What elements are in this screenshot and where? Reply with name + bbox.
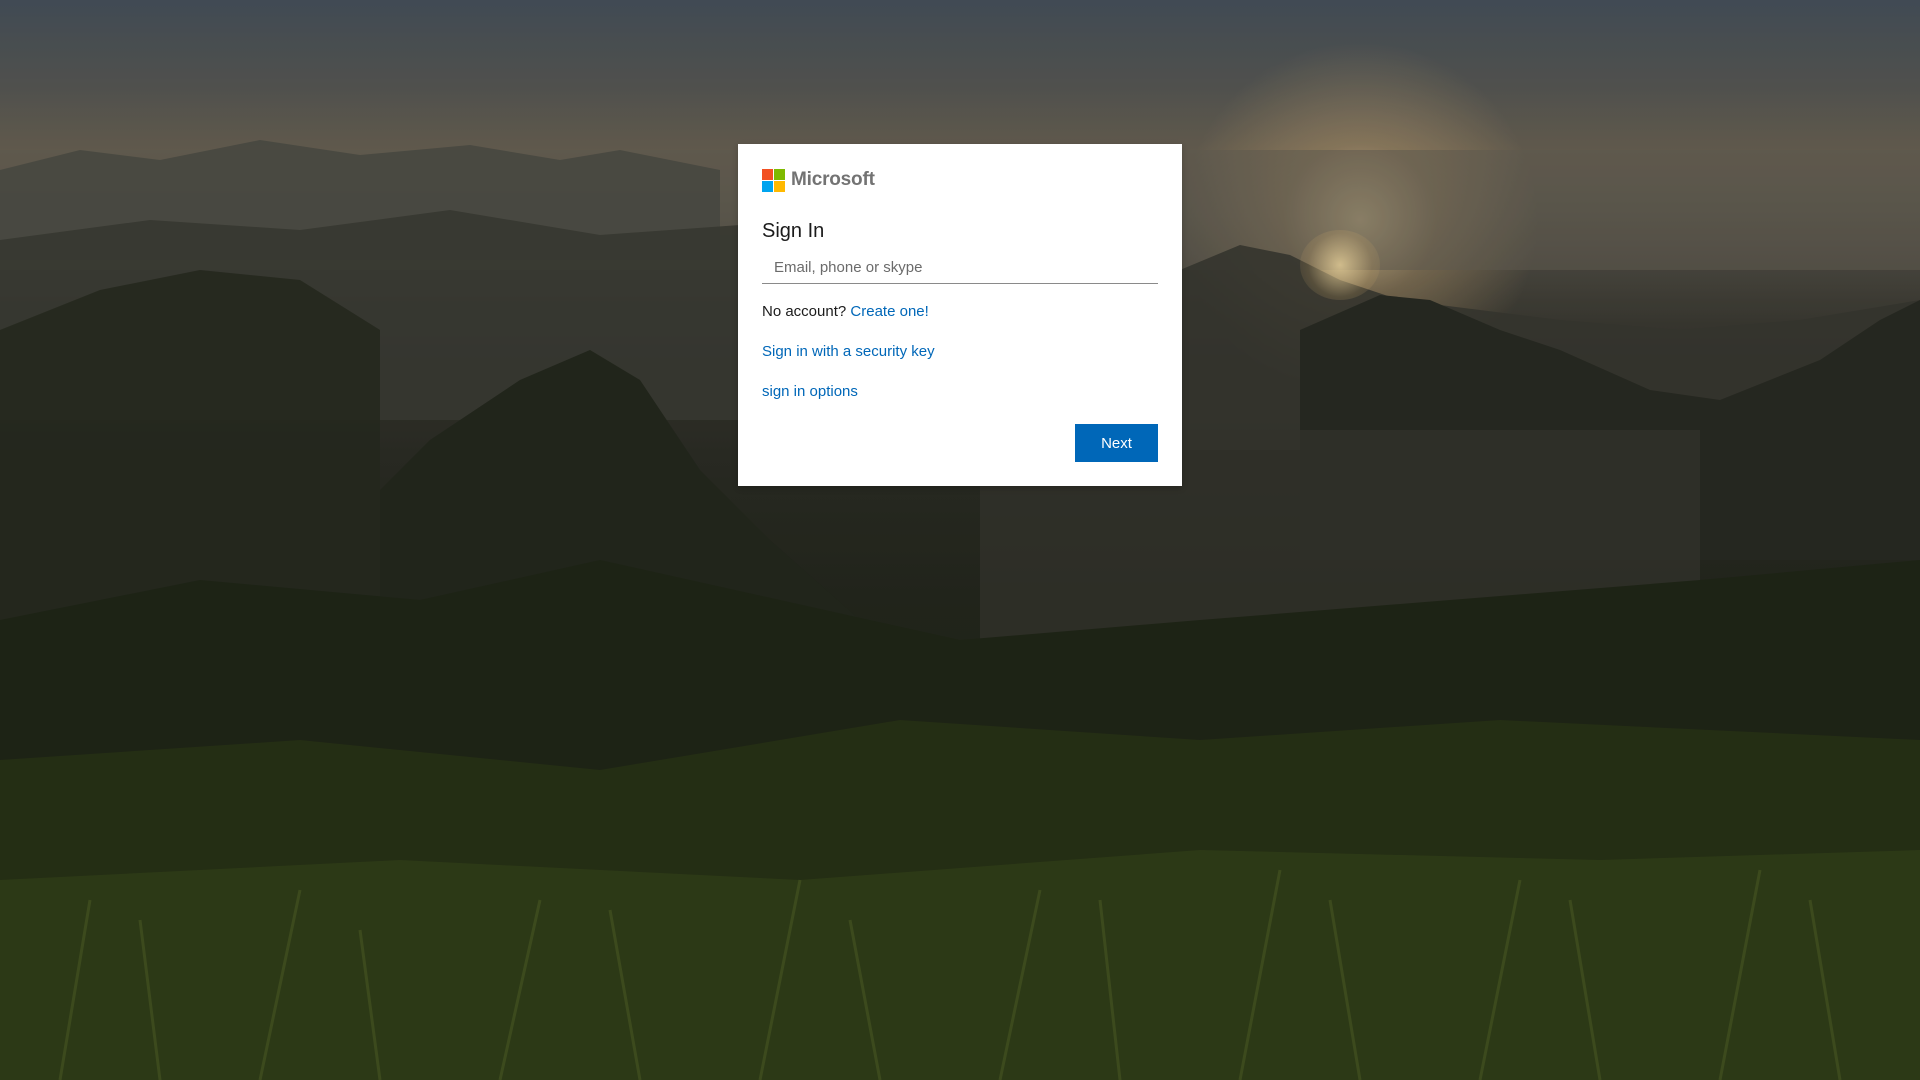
signin-options-row: sign in options — [762, 382, 1158, 402]
next-button[interactable]: Next — [1075, 424, 1158, 462]
no-account-text: No account? — [762, 303, 847, 320]
logo-square-red — [762, 168, 773, 180]
logo-square-yellow — [774, 180, 785, 192]
brand-name: Microsoft — [791, 169, 875, 190]
logo-square-green — [774, 168, 785, 180]
button-row: Next — [1075, 424, 1158, 462]
security-key-row: Sign in with a security key — [762, 342, 1158, 362]
page-title: Sign In — [762, 220, 825, 242]
create-account-link[interactable]: Create one! — [850, 303, 928, 320]
signin-options-link[interactable]: sign in options — [762, 383, 858, 400]
signin-card: Microsoft Sign In No account? Create one… — [738, 144, 1182, 486]
no-account-row: No account? Create one! — [762, 302, 1158, 322]
email-input[interactable] — [762, 252, 1158, 284]
brand-logo: Microsoft — [762, 168, 1158, 192]
logo-square-blue — [762, 180, 773, 192]
microsoft-logo-icon — [762, 168, 785, 192]
security-key-link[interactable]: Sign in with a security key — [762, 343, 935, 360]
